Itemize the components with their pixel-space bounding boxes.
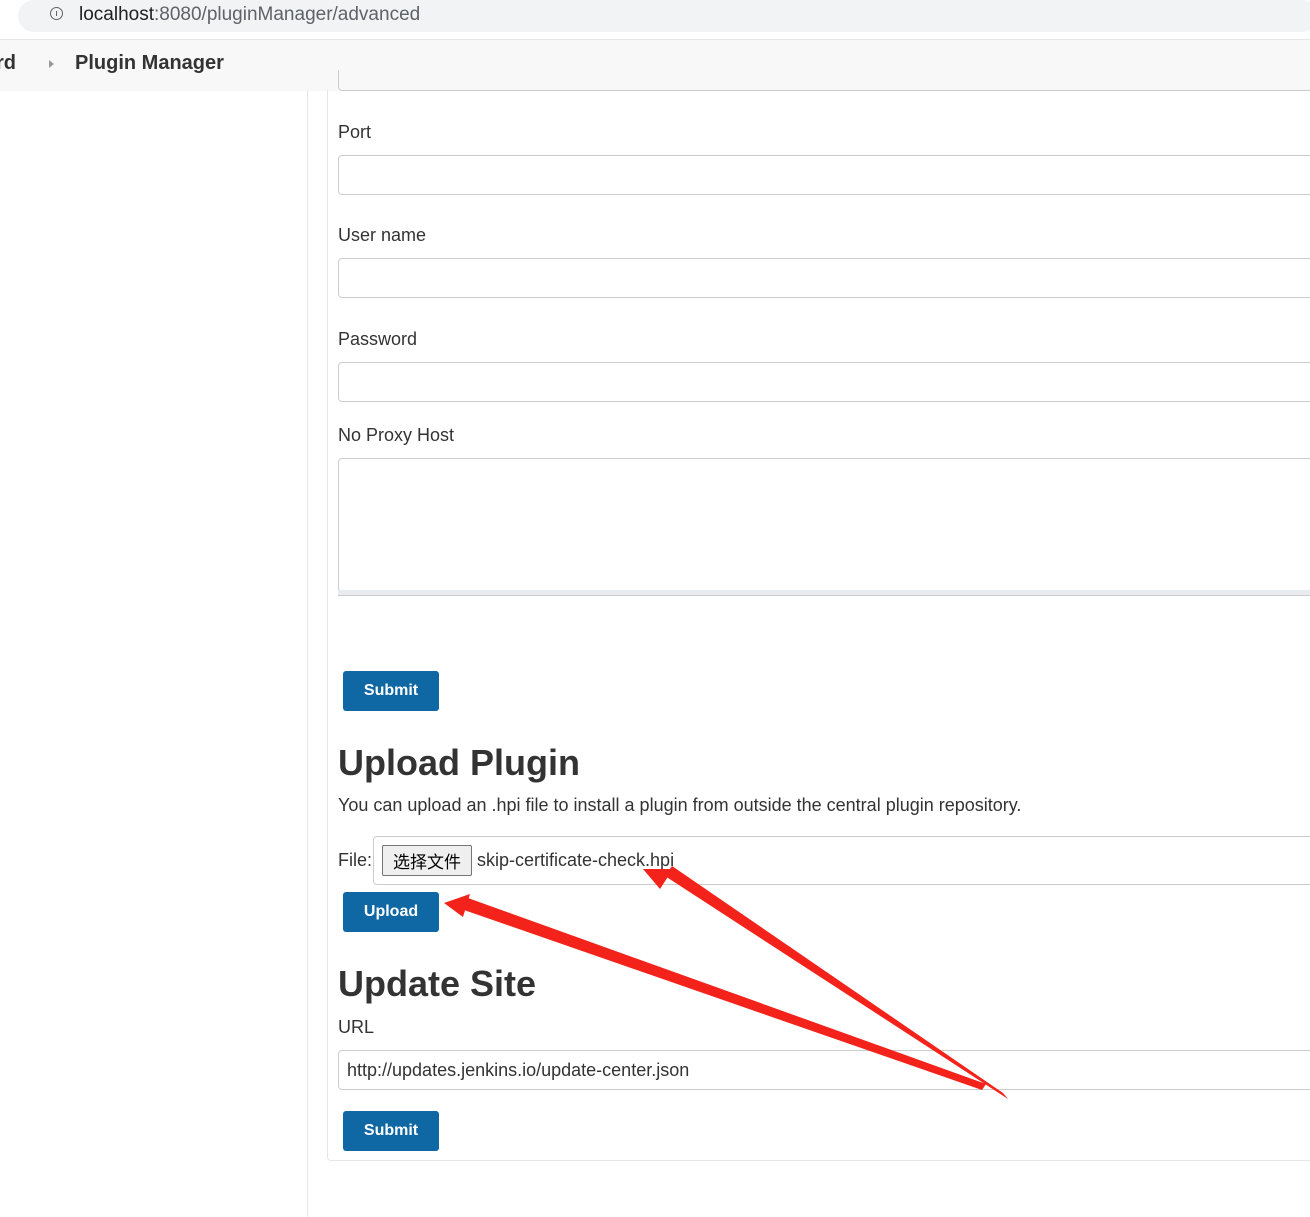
address-bar: localhost:8080/pluginManager/advanced — [0, 0, 1310, 37]
no-proxy-host-label: No Proxy Host — [338, 425, 455, 445]
port-label: Port — [338, 122, 372, 142]
breadcrumb-item-dashboard[interactable]: rd — [0, 52, 16, 75]
update-site-heading: Update Site — [338, 963, 537, 1004]
user-name-label: User name — [338, 225, 427, 245]
upload-button[interactable]: Upload — [343, 892, 439, 932]
side-panel — [0, 90, 308, 1217]
update-site-url-field[interactable] — [338, 1050, 1310, 1090]
server-field-edge[interactable] — [338, 70, 1310, 91]
proxy-submit-button[interactable]: Submit — [343, 671, 439, 711]
port-field[interactable] — [338, 155, 1310, 195]
info-icon[interactable] — [50, 7, 63, 20]
update-site-submit-button[interactable]: Submit — [343, 1111, 439, 1151]
url-field[interactable]: localhost:8080/pluginManager/advanced — [18, 0, 1310, 32]
chevron-right-icon[interactable] — [49, 60, 54, 68]
url-host: localhost — [79, 4, 154, 25]
upload-plugin-description: You can upload an .hpi file to install a… — [338, 795, 1022, 815]
breadcrumb-item-plugin-manager[interactable]: Plugin Manager — [75, 52, 224, 75]
textarea-resize-bar[interactable] — [338, 590, 1310, 596]
password-label: Password — [338, 329, 418, 349]
url-text[interactable]: localhost:8080/pluginManager/advanced — [79, 4, 420, 26]
file-label: File: — [338, 850, 373, 870]
selected-file-name: skip-certificate-check.hpi — [477, 850, 675, 870]
user-name-field[interactable] — [338, 258, 1310, 298]
url-label: URL — [338, 1017, 375, 1037]
choose-file-button[interactable]: 选择文件 — [382, 845, 472, 876]
url-path: :8080/pluginManager/advanced — [154, 4, 421, 25]
upload-plugin-heading: Upload Plugin — [338, 742, 580, 783]
no-proxy-host-field[interactable] — [338, 458, 1310, 592]
password-field[interactable] — [338, 362, 1310, 402]
